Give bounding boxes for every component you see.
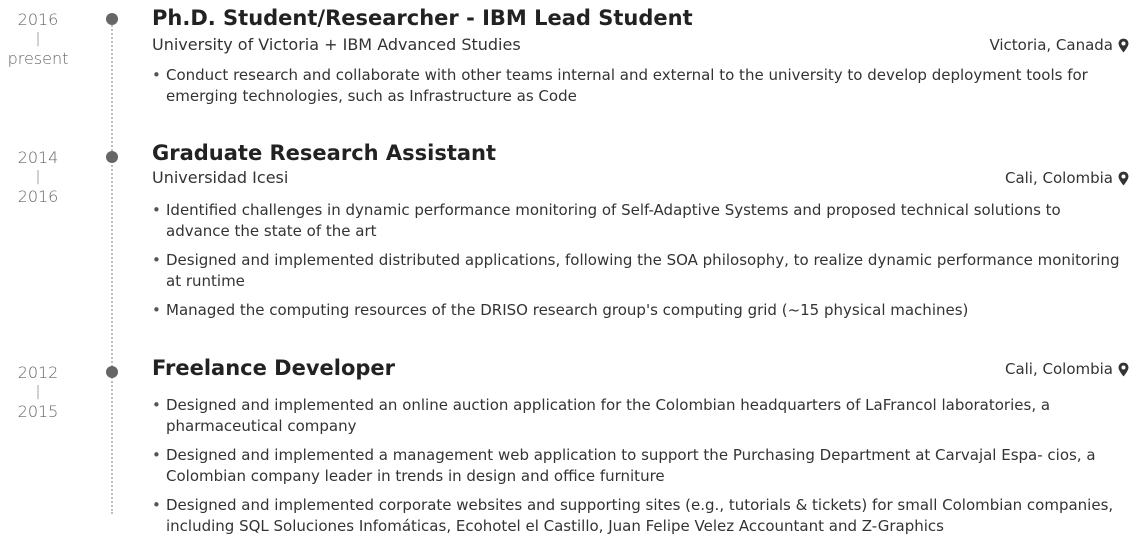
bullet-marker: • [152, 496, 161, 514]
date-start: 2014 [17, 148, 59, 167]
bullet-list: • Conduct research and collaborate with o… [152, 65, 1128, 115]
date-end: present [7, 49, 69, 68]
location-text: Victoria, Canada [989, 36, 1113, 54]
bullet-marker: • [152, 66, 161, 84]
bullet-text: Identified challenges in dynamic perform… [166, 201, 1061, 240]
map-pin-icon [1118, 171, 1129, 185]
entry-date: 2012 | 2015 [0, 362, 76, 423]
bullet-marker: • [152, 446, 161, 464]
location: Cali, Colombia [1005, 358, 1129, 380]
bullet-item: • Identified challenges in dynamic perfor… [152, 200, 1128, 242]
location: Cali, Colombia [1005, 167, 1129, 189]
date-start: 2012 [17, 363, 59, 382]
map-pin-icon [1118, 362, 1129, 376]
organization: University of Victoria + IBM Advanced St… [152, 35, 521, 54]
map-pin-icon [1118, 38, 1129, 52]
location: Victoria, Canada [989, 34, 1129, 56]
date-separator: | [35, 169, 41, 185]
bullet-text: Designed and implemented distributed app… [166, 251, 1120, 290]
timeline-dot [106, 151, 118, 163]
bullet-marker: • [152, 251, 161, 269]
bullet-item: • Conduct research and collaborate with o… [152, 65, 1128, 107]
bullet-list: • Identified challenges in dynamic perfor… [152, 200, 1128, 329]
bullet-text: Conduct research and collaborate with ot… [166, 66, 1088, 105]
timeline-dot [106, 366, 118, 378]
job-title: Freelance Developer [152, 356, 396, 380]
date-end: 2016 [17, 187, 59, 206]
timeline-line [111, 22, 113, 514]
date-end: 2015 [17, 402, 59, 421]
bullet-marker: • [152, 201, 161, 219]
date-separator: | [35, 384, 41, 400]
entry-date: 2014 | 2016 [0, 147, 76, 208]
date-start: 2016 [17, 10, 59, 29]
date-separator: | [35, 31, 41, 47]
bullet-text: Designed and implemented an online aucti… [166, 396, 1051, 435]
job-title: Graduate Research Assistant [152, 141, 497, 165]
entry-date: 2016 | present [0, 9, 76, 70]
bullet-marker: • [152, 301, 161, 319]
job-title: Ph.D. Student/Researcher - IBM Lead Stud… [152, 6, 693, 30]
bullet-text: Designed and implemented a management we… [166, 446, 1096, 485]
organization: Universidad Icesi [152, 168, 289, 187]
timeline-dot [106, 13, 118, 25]
bullet-text: Managed the computing resources of the D… [166, 301, 969, 319]
bullet-text: Designed and implemented corporate websi… [166, 496, 1114, 535]
bullet-marker: • [152, 396, 161, 414]
bullet-item: • Managed the computing resources of the … [152, 300, 1128, 321]
bullet-item: • Designed and implemented corporate webs… [152, 495, 1128, 537]
bullet-item: • Designed and implemented an online auct… [152, 395, 1128, 437]
bullet-item: • Designed and implemented a management w… [152, 445, 1128, 487]
bullet-item: • Designed and implemented distributed ap… [152, 250, 1128, 292]
bullet-list: • Designed and implemented an online auct… [152, 395, 1128, 545]
location-text: Cali, Colombia [1004, 169, 1113, 187]
location-text: Cali, Colombia [1004, 360, 1113, 378]
